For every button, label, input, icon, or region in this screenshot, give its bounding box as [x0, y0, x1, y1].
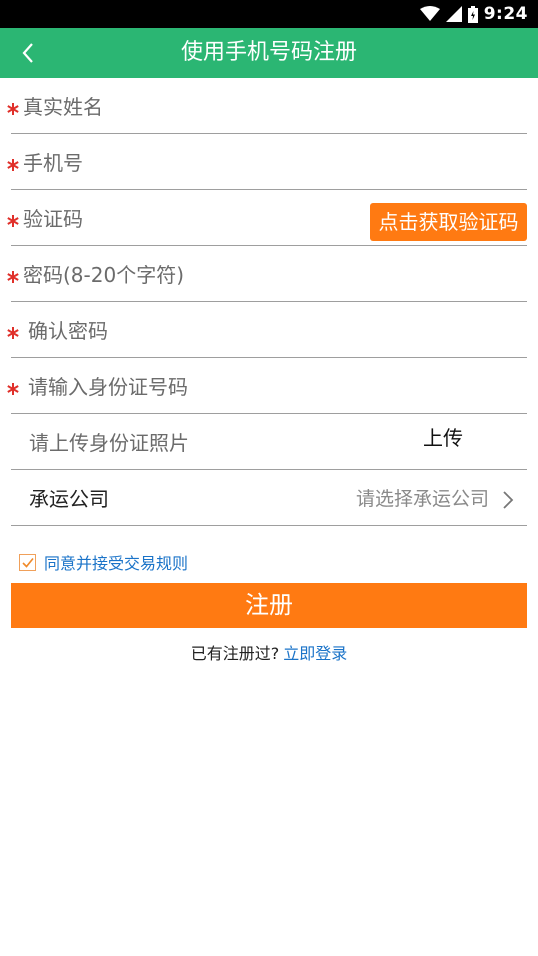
agreement-text[interactable]: 同意并接受交易规则	[44, 550, 188, 574]
login-prompt-row: 已有注册过? 立即登录	[0, 640, 538, 664]
id-photo-label: 请上传身份证照片	[29, 431, 189, 455]
required-asterisk-icon	[7, 271, 19, 283]
company-select[interactable]: 请选择承运公司	[356, 470, 489, 526]
app-bar: 使用手机号码注册	[0, 28, 538, 78]
required-asterisk-icon	[7, 327, 19, 339]
required-asterisk-icon	[7, 103, 19, 115]
status-bar: 9:24	[0, 0, 538, 28]
battery-icon	[467, 5, 478, 23]
upload-button[interactable]: 上传	[423, 409, 463, 465]
required-asterisk-icon	[7, 159, 19, 171]
id-photo-row: 请上传身份证照片 上传	[11, 414, 527, 470]
password-placeholder: 密码(8-20个字符)	[23, 263, 184, 287]
checkmark-icon	[22, 557, 34, 568]
name-field[interactable]: 真实姓名	[7, 78, 527, 134]
phone-field[interactable]: 手机号	[7, 134, 527, 190]
password-field[interactable]: 密码(8-20个字符)	[7, 246, 527, 302]
name-placeholder: 真实姓名	[23, 95, 103, 119]
register-button[interactable]: 注册	[11, 583, 527, 628]
confirm-password-field[interactable]: 确认密码	[7, 302, 527, 358]
confirm-placeholder: 确认密码	[28, 319, 108, 343]
login-link[interactable]: 立即登录	[283, 644, 347, 663]
id-number-placeholder: 请输入身份证号码	[28, 375, 188, 399]
required-asterisk-icon	[7, 383, 19, 395]
phone-placeholder: 手机号	[23, 151, 83, 175]
code-field[interactable]: 验证码 点击获取验证码	[7, 190, 527, 246]
agreement-row[interactable]: 同意并接受交易规则	[19, 550, 188, 574]
status-icons: 9:24	[419, 3, 528, 25]
page-title: 使用手机号码注册	[180, 40, 357, 65]
status-time: 9:24	[483, 4, 528, 24]
agreement-checkbox[interactable]	[19, 553, 36, 571]
chevron-right-icon	[503, 491, 514, 509]
code-placeholder: 验证码	[23, 207, 83, 231]
required-asterisk-icon	[7, 215, 19, 227]
login-prompt: 已有注册过?	[190, 644, 280, 663]
company-row[interactable]: 承运公司 请选择承运公司	[11, 470, 527, 526]
wifi-icon	[419, 6, 440, 21]
signal-icon	[445, 6, 462, 22]
company-label: 承运公司	[29, 487, 109, 511]
id-number-field[interactable]: 请输入身份证号码	[7, 358, 527, 414]
get-code-button[interactable]: 点击获取验证码	[370, 203, 527, 241]
